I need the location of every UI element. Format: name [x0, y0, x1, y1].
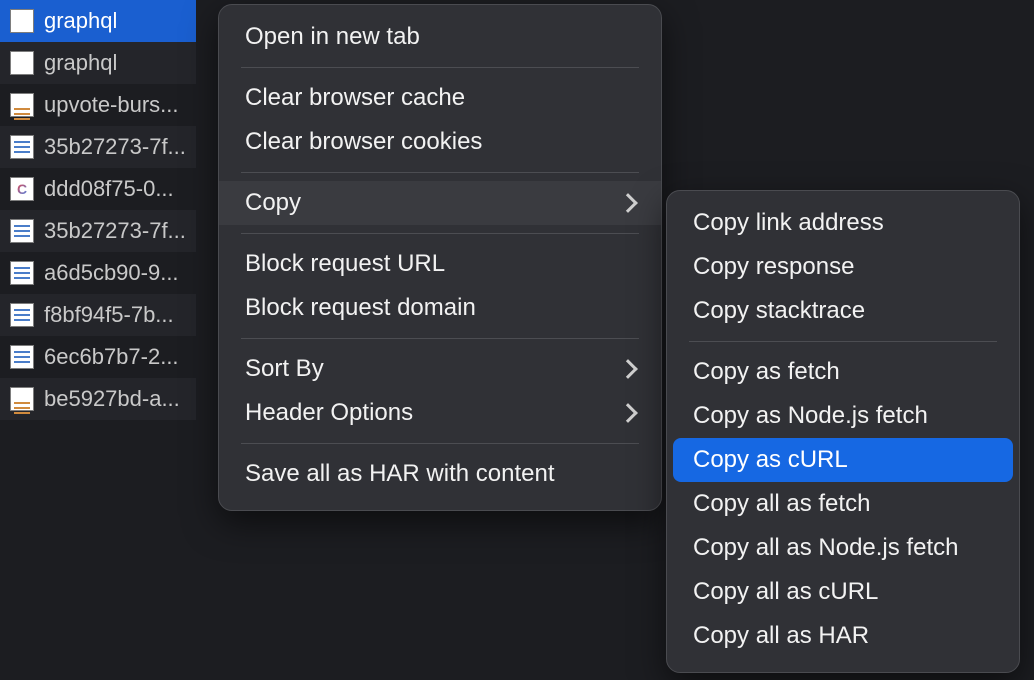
request-row[interactable]: 35b27273-7f... — [0, 126, 196, 168]
request-row[interactable]: 6ec6b7b7-2... — [0, 336, 196, 378]
submenu-item-copy-all-as-node[interactable]: Copy all as Node.js fetch — [667, 526, 1019, 570]
menu-item-header-options[interactable]: Header Options — [219, 391, 661, 435]
network-request-list: graphql graphql upvote-burs... 35b27273-… — [0, 0, 196, 420]
image-icon — [10, 93, 34, 117]
chevron-right-icon — [618, 359, 638, 379]
menu-item-save-har[interactable]: Save all as HAR with content — [219, 452, 661, 496]
script-icon — [10, 303, 34, 327]
menu-item-label: Copy link address — [693, 209, 884, 237]
document-icon — [10, 51, 34, 75]
menu-item-label: Block request domain — [245, 294, 476, 322]
request-row[interactable]: upvote-burs... — [0, 84, 196, 126]
menu-item-clear-cookies[interactable]: Clear browser cookies — [219, 120, 661, 164]
menu-separator — [241, 443, 639, 444]
menu-item-label: Copy — [245, 189, 301, 217]
menu-item-label: Copy all as cURL — [693, 578, 878, 606]
request-row[interactable]: be5927bd-a... — [0, 378, 196, 420]
menu-item-sort-by[interactable]: Sort By — [219, 347, 661, 391]
menu-item-label: Copy as Node.js fetch — [693, 402, 928, 430]
menu-item-label: Copy all as HAR — [693, 622, 869, 650]
submenu-item-copy-as-node-fetch[interactable]: Copy as Node.js fetch — [667, 394, 1019, 438]
script-icon — [10, 345, 34, 369]
script-icon — [10, 261, 34, 285]
script-icon — [10, 135, 34, 159]
copy-submenu: Copy link address Copy response Copy sta… — [666, 190, 1020, 673]
submenu-item-copy-as-curl[interactable]: Copy as cURL — [673, 438, 1013, 482]
menu-separator — [241, 233, 639, 234]
request-row[interactable]: 35b27273-7f... — [0, 210, 196, 252]
chevron-right-icon — [618, 403, 638, 423]
menu-item-label: Block request URL — [245, 250, 445, 278]
menu-item-label: Copy stacktrace — [693, 297, 865, 325]
request-name: 35b27273-7f... — [44, 218, 186, 244]
submenu-item-copy-stacktrace[interactable]: Copy stacktrace — [667, 289, 1019, 333]
menu-separator — [689, 341, 997, 342]
request-row[interactable]: a6d5cb90-9... — [0, 252, 196, 294]
request-name: upvote-burs... — [44, 92, 179, 118]
submenu-item-copy-all-as-har[interactable]: Copy all as HAR — [667, 614, 1019, 658]
script-icon — [10, 219, 34, 243]
request-name: graphql — [44, 50, 117, 76]
css-icon: C — [10, 177, 34, 201]
request-name: 35b27273-7f... — [44, 134, 186, 160]
request-name: ddd08f75-0... — [44, 176, 174, 202]
document-icon — [10, 9, 34, 33]
menu-item-copy[interactable]: Copy — [219, 181, 661, 225]
submenu-item-copy-all-as-curl[interactable]: Copy all as cURL — [667, 570, 1019, 614]
menu-item-label: Copy response — [693, 253, 854, 281]
menu-item-clear-cache[interactable]: Clear browser cache — [219, 76, 661, 120]
menu-item-label: Open in new tab — [245, 23, 420, 51]
request-name: 6ec6b7b7-2... — [44, 344, 179, 370]
submenu-item-copy-all-as-fetch[interactable]: Copy all as fetch — [667, 482, 1019, 526]
request-row[interactable]: C ddd08f75-0... — [0, 168, 196, 210]
menu-item-label: Clear browser cache — [245, 84, 465, 112]
image-icon — [10, 387, 34, 411]
menu-item-open-new-tab[interactable]: Open in new tab — [219, 15, 661, 59]
submenu-item-copy-as-fetch[interactable]: Copy as fetch — [667, 350, 1019, 394]
request-name: be5927bd-a... — [44, 386, 180, 412]
request-name: graphql — [44, 8, 117, 34]
request-row[interactable]: f8bf94f5-7b... — [0, 294, 196, 336]
menu-separator — [241, 338, 639, 339]
submenu-item-copy-response[interactable]: Copy response — [667, 245, 1019, 289]
context-menu: Open in new tab Clear browser cache Clea… — [218, 4, 662, 511]
menu-separator — [241, 67, 639, 68]
menu-separator — [241, 172, 639, 173]
menu-item-label: Copy as cURL — [693, 446, 848, 474]
menu-item-block-domain[interactable]: Block request domain — [219, 286, 661, 330]
menu-item-label: Copy as fetch — [693, 358, 840, 386]
chevron-right-icon — [618, 193, 638, 213]
menu-item-label: Copy all as fetch — [693, 490, 870, 518]
menu-item-label: Sort By — [245, 355, 324, 383]
request-name: a6d5cb90-9... — [44, 260, 179, 286]
request-row[interactable]: graphql — [0, 0, 196, 42]
request-name: f8bf94f5-7b... — [44, 302, 174, 328]
menu-item-label: Clear browser cookies — [245, 128, 482, 156]
menu-item-label: Copy all as Node.js fetch — [693, 534, 958, 562]
submenu-item-copy-link-address[interactable]: Copy link address — [667, 201, 1019, 245]
menu-item-label: Header Options — [245, 399, 413, 427]
menu-item-label: Save all as HAR with content — [245, 460, 554, 488]
request-row[interactable]: graphql — [0, 42, 196, 84]
menu-item-block-url[interactable]: Block request URL — [219, 242, 661, 286]
